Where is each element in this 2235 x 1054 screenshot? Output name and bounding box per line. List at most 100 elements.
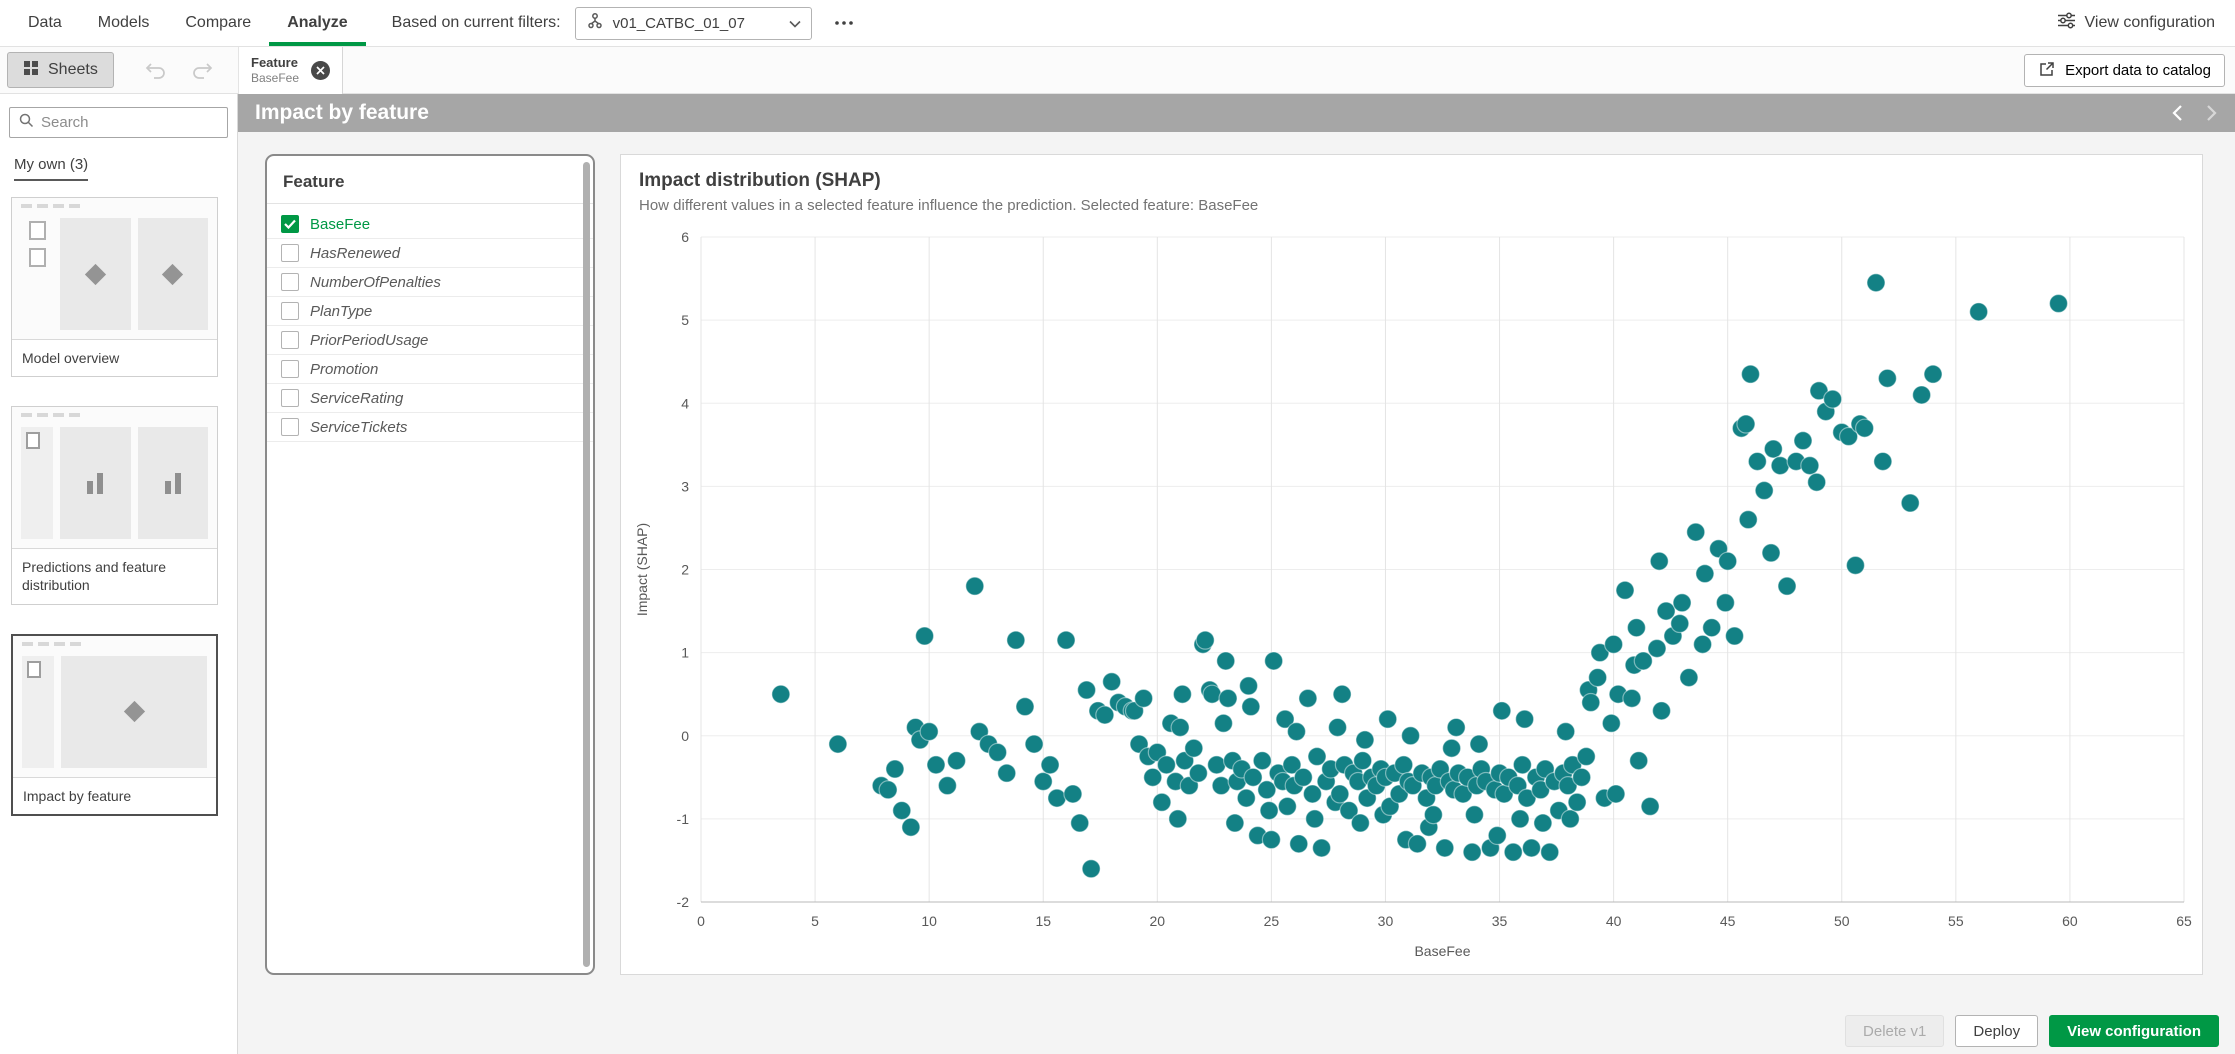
bar-chart-icon (87, 472, 103, 494)
previous-sheet-button[interactable] (2163, 99, 2191, 127)
close-icon[interactable] (311, 61, 330, 80)
undo-selection-button[interactable] (138, 52, 174, 88)
svg-text:30: 30 (1378, 913, 1394, 929)
svg-text:20: 20 (1150, 913, 1166, 929)
feature-item-label: PriorPeriodUsage (310, 332, 428, 349)
chart-subtitle: How different values in a selected featu… (621, 192, 2202, 214)
svg-text:BaseFee: BaseFee (1414, 943, 1470, 959)
svg-text:45: 45 (1720, 913, 1736, 929)
tab-models[interactable]: Models (80, 0, 168, 46)
checkbox-icon[interactable] (281, 418, 299, 436)
sheets-toggle-button[interactable]: Sheets (7, 52, 114, 88)
svg-text:0: 0 (681, 728, 689, 744)
checkbox-icon[interactable] (281, 273, 299, 291)
redo-icon (191, 60, 213, 80)
sheet-thumbnail (12, 198, 217, 340)
sheet-card-model-overview[interactable]: Model overview (11, 197, 218, 377)
feature-item-label: PlanType (310, 303, 372, 320)
chart-placeholder-icon (162, 263, 183, 284)
export-label: Export data to catalog (2065, 62, 2211, 79)
feature-item-servicetickets[interactable]: ServiceTickets (267, 413, 593, 442)
shap-chart-card: Impact distribution (SHAP) How different… (620, 154, 2203, 975)
sheets-sidebar: My own (3) Model overview Predictions and… (0, 94, 238, 1054)
feature-item-numberofpenalties[interactable]: NumberOfPenalties (267, 268, 593, 297)
export-data-button[interactable]: Export data to catalog (2024, 54, 2225, 87)
sliders-icon (2057, 11, 2076, 35)
chevron-left-icon (2172, 104, 2183, 122)
svg-text:15: 15 (1035, 913, 1051, 929)
tab-analyze[interactable]: Analyze (269, 0, 365, 46)
next-sheet-button[interactable] (2197, 99, 2225, 127)
svg-text:Impact (SHAP): Impact (SHAP) (634, 523, 650, 616)
scrollbar[interactable] (583, 162, 590, 967)
svg-text:2: 2 (681, 562, 689, 578)
search-icon (19, 113, 34, 133)
checkbox-icon[interactable] (281, 331, 299, 349)
shap-scatter-plot[interactable]: 05101520253035404550556065-2-10123456Bas… (621, 217, 2202, 970)
checkbox-icon[interactable] (281, 360, 299, 378)
grid-icon (23, 60, 39, 81)
delete-version-button[interactable]: Delete v1 (1845, 1015, 1944, 1047)
svg-text:3: 3 (681, 478, 689, 494)
view-configuration-button[interactable]: View configuration (2049, 1015, 2219, 1047)
svg-text:25: 25 (1264, 913, 1280, 929)
scatter-points[interactable] (772, 274, 2068, 878)
tab-data[interactable]: Data (10, 0, 80, 46)
export-icon (2038, 60, 2056, 82)
analyze-toolbar: Sheets Feature BaseFee (0, 47, 2235, 94)
sheet-list: Model overview Predictions and feature di… (11, 197, 226, 816)
tab-compare[interactable]: Compare (167, 0, 269, 46)
feature-panel-title: Feature (267, 156, 593, 204)
svg-text:5: 5 (681, 312, 689, 328)
checkbox-icon[interactable] (281, 389, 299, 407)
feature-item-label: ServiceRating (310, 390, 403, 407)
chevron-down-icon (789, 15, 801, 32)
checkbox-icon[interactable] (281, 302, 299, 320)
selection-value-label: BaseFee (251, 71, 299, 86)
sheet-thumbnail (13, 636, 216, 778)
more-options-button[interactable] (826, 7, 862, 40)
tab-my-own[interactable]: My own (3) (14, 156, 88, 181)
search-box[interactable] (9, 107, 228, 138)
svg-text:5: 5 (811, 913, 819, 929)
checkbox-checked-icon[interactable] (281, 215, 299, 233)
chart-title: Impact distribution (SHAP) (621, 155, 2202, 192)
redo-selection-button[interactable] (184, 52, 220, 88)
filters-label: Based on current filters: (392, 14, 561, 32)
top-navigation-bar: DataModelsCompareAnalyze Based on curren… (0, 0, 2235, 47)
svg-text:0: 0 (697, 913, 705, 929)
svg-text:-1: -1 (677, 811, 690, 827)
sheet-label: Model overview (12, 340, 217, 376)
svg-text:50: 50 (1834, 913, 1850, 929)
chevron-right-icon (2206, 104, 2217, 122)
feature-item-servicerating[interactable]: ServiceRating (267, 384, 593, 413)
checkbox-icon[interactable] (281, 244, 299, 262)
chart-placeholder-icon (123, 701, 144, 722)
feature-item-hasrenewed[interactable]: HasRenewed (267, 239, 593, 268)
feature-item-plantype[interactable]: PlanType (267, 297, 593, 326)
nav-tabs: DataModelsCompareAnalyze (10, 0, 366, 46)
object-placeholder-icon (26, 432, 40, 449)
sheet-card-impact-by-feature[interactable]: Impact by feature (11, 634, 218, 816)
view-configuration-label: View configuration (2085, 14, 2215, 32)
feature-item-basefee[interactable]: BaseFee (267, 210, 593, 239)
sheets-label: Sheets (48, 61, 98, 79)
svg-text:6: 6 (681, 229, 689, 245)
selection-chip-feature[interactable]: Feature BaseFee (238, 47, 343, 94)
sheet-card-predictions-and-feature-distribution[interactable]: Predictions and feature distribution (11, 406, 218, 604)
search-input[interactable] (41, 114, 240, 131)
model-filter-dropdown[interactable]: v01_CATBC_01_07 (575, 7, 812, 40)
model-dropdown-value: v01_CATBC_01_07 (613, 15, 745, 32)
feature-item-label: Promotion (310, 361, 378, 378)
page-title: Impact by feature (255, 101, 429, 125)
feature-item-promotion[interactable]: Promotion (267, 355, 593, 384)
sheet-title-bar: Impact by feature (238, 94, 2235, 132)
sheet-canvas: Feature BaseFeeHasRenewedNumberOfPenalti… (238, 132, 2235, 1054)
deploy-button[interactable]: Deploy (1955, 1015, 2038, 1047)
sheet-thumbnail (12, 407, 217, 549)
object-placeholder-icon (27, 661, 41, 678)
model-version-icon (586, 12, 604, 34)
feature-filter-panel: Feature BaseFeeHasRenewedNumberOfPenalti… (265, 154, 595, 975)
feature-item-priorperiodusage[interactable]: PriorPeriodUsage (267, 326, 593, 355)
view-configuration-button-top[interactable]: View configuration (2057, 11, 2215, 35)
